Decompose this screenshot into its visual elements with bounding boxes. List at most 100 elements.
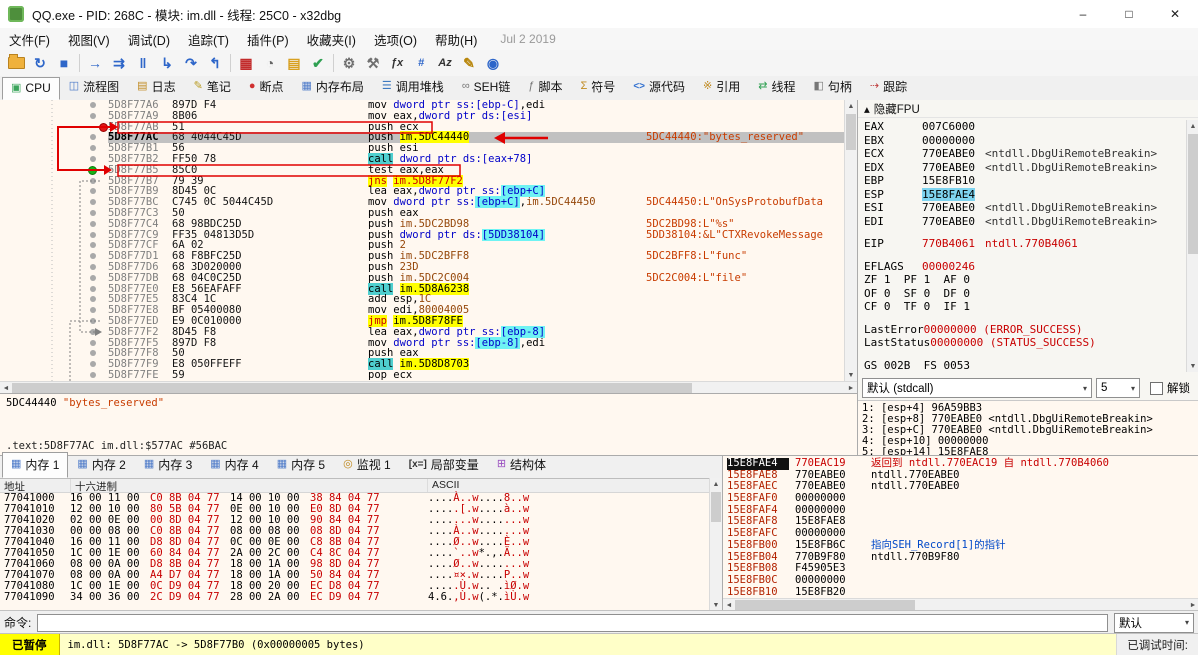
disasm-row[interactable]: 5D8F77FE 59 pop ecx [0, 370, 857, 381]
gray-breakpoint-dot[interactable] [90, 274, 96, 281]
tab-graph[interactable]: ◫ 流程图 [60, 74, 128, 100]
register-row[interactable]: EDI 770EABE0 <ntdll.DbgUiRemoteBreakin> [864, 215, 1185, 229]
register-row[interactable]: ZF 1 PF 1 AF 0 [864, 273, 1185, 287]
tab-trace[interactable]: ⇢ 跟踪 [861, 74, 916, 100]
gray-breakpoint-dot[interactable] [90, 361, 96, 368]
run-unhindered-icon[interactable]: ⇉ [107, 53, 131, 73]
command-profile-select[interactable]: 默认 ▾ [1114, 612, 1194, 633]
breakpoint-gutter[interactable] [0, 154, 108, 165]
breakpoint-gutter[interactable] [0, 305, 108, 316]
tab-watch-1[interactable]: ◎ 监视 1 [334, 452, 400, 478]
breakpoint-gutter[interactable] [0, 273, 108, 284]
gray-breakpoint-dot[interactable] [90, 155, 96, 162]
close-button[interactable]: ✕ [1152, 0, 1198, 28]
unlock-checkbox[interactable] [1150, 381, 1163, 395]
functions-fx-icon[interactable]: ƒx [385, 53, 409, 73]
breakpoint-gutter[interactable] [0, 327, 108, 338]
register-row[interactable]: LastError00000000 (ERROR_SUCCESS) [864, 323, 1185, 337]
stop-icon[interactable]: ■ [52, 53, 76, 73]
tab-memory-1[interactable]: ▦ 内存 1 [2, 452, 69, 478]
tab-threads[interactable]: ⇄ 线程 [749, 74, 804, 100]
gray-breakpoint-dot[interactable] [90, 102, 96, 108]
stack-pane[interactable]: 15E8FAE4 770EAC19 返回到 ntdll.770EAC19 自 ntd… [722, 455, 1198, 611]
register-row[interactable]: ECX 770EABE0 <ntdll.DbgUiRemoteBreakin> [864, 147, 1185, 161]
menu-item-7[interactable]: 帮助(H) [426, 28, 486, 51]
disasm-row[interactable]: 5D8F77DB 68 04C0C25D push im.5DC2C004 5DC2C… [0, 272, 857, 284]
register-row[interactable]: ESP 15E8FAE4 [864, 187, 1185, 202]
register-row[interactable]: EAX 007C6000 [864, 120, 1185, 134]
gray-breakpoint-dot[interactable] [90, 307, 96, 314]
stack-row[interactable]: 15E8FAF0 00000000 [723, 492, 1198, 505]
gray-breakpoint-dot[interactable] [90, 209, 96, 216]
green-breakpoint-dot[interactable] [88, 165, 97, 175]
tab-symbols[interactable]: Σ 符号 [571, 74, 624, 100]
disasm-row[interactable]: 5D8F77A9 8B06 mov eax,dword ptr ds:[esi] [0, 110, 857, 122]
tab-memory-map[interactable]: ▦ 内存布局 [293, 74, 373, 100]
tab-struct[interactable]: ⊞ 结构体 [488, 452, 555, 478]
scroll-down-arrow[interactable]: ▼ [845, 369, 857, 381]
register-row[interactable]: EDX 770EABE0 <ntdll.DbgUiRemoteBreakin> [864, 161, 1185, 175]
gray-breakpoint-dot[interactable] [90, 177, 96, 184]
breakpoint-gutter[interactable] [0, 370, 108, 381]
gray-breakpoint-dot[interactable] [90, 339, 96, 346]
register-row[interactable]: EFLAGS 00000246 [864, 260, 1185, 274]
register-row[interactable]: EBP 15E8FB10 [864, 174, 1185, 188]
tab-memory-2[interactable]: ▦ 内存 2 [68, 452, 134, 478]
register-row[interactable]: ESI 770EABE0 <ntdll.DbgUiRemoteBreakin> [864, 201, 1185, 215]
breakpoint-gutter[interactable] [0, 143, 108, 154]
breakpoint-gutter[interactable] [0, 316, 108, 327]
breakpoint-gutter[interactable] [0, 359, 108, 370]
run-to-return-icon[interactable]: ↰ [203, 53, 227, 73]
breakpoint-gutter[interactable] [0, 284, 108, 295]
gray-breakpoint-dot[interactable] [90, 112, 96, 119]
gray-breakpoint-dot[interactable] [90, 231, 96, 238]
registers-vscrollbar[interactable]: ▲ ▼ [1186, 120, 1198, 372]
gray-breakpoint-dot[interactable] [90, 242, 96, 249]
tab-source[interactable]: <> 源代码 [624, 74, 694, 100]
breakpoint-gutter[interactable] [0, 208, 108, 219]
settings-wrench-icon[interactable]: ⚒ [361, 53, 385, 73]
tab-notes[interactable]: ✎ 笔记 [185, 74, 240, 100]
arg-count-spinner[interactable]: 5 ▾ [1096, 378, 1140, 398]
tab-memory-5[interactable]: ▦ 内存 5 [268, 452, 334, 478]
breakpoint-gutter[interactable] [0, 294, 108, 305]
scroll-up-arrow[interactable]: ▲ [710, 478, 722, 490]
gray-breakpoint-dot[interactable] [90, 263, 96, 270]
tab-references[interactable]: ※ 引用 [694, 74, 749, 100]
disasm-row[interactable]: 5D8F77B5 85C0 test eax,eax [0, 164, 857, 176]
register-row[interactable]: EIP 770B4061 ntdll.770B4061 [864, 237, 1185, 251]
gray-breakpoint-dot[interactable] [90, 371, 96, 378]
breakpoint-gutter[interactable] [0, 230, 108, 241]
gray-breakpoint-dot[interactable] [90, 328, 96, 335]
strings-az-icon[interactable]: Az [433, 53, 457, 73]
scroll-up-arrow[interactable]: ▲ [845, 100, 857, 112]
register-row[interactable]: CF 0 TF 0 IF 1 [864, 300, 1185, 314]
tab-seh-chain[interactable]: ∞ SEH链 [453, 74, 520, 100]
stack-row[interactable]: 15E8FB00 15E8FB6C 指向SEH_Record[1]的指针 [723, 539, 1198, 552]
breakpoint-gutter[interactable] [0, 197, 108, 208]
step-into-icon[interactable]: ↳ [155, 53, 179, 73]
calling-convention-select[interactable]: 默认 (stdcall) ▾ [862, 378, 1092, 398]
disassembly-pane[interactable]: 5D8F77A6 897D F4 mov dword ptr ss:[ebp-C],… [0, 100, 857, 381]
menu-item-3[interactable]: 追踪(T) [179, 28, 238, 51]
disassembly-vscrollbar[interactable]: ▲ ▼ [844, 100, 857, 381]
memory-row[interactable]: 77041090 34 00 36 00 2C D9 04 77 28 00 2A 0… [0, 592, 722, 603]
gray-breakpoint-dot[interactable] [90, 350, 96, 357]
register-row[interactable]: OF 0 SF 0 DF 0 [864, 287, 1185, 301]
breakpoint-gutter[interactable] [0, 122, 108, 133]
gray-breakpoint-dot[interactable] [90, 199, 96, 206]
scroll-down-arrow[interactable]: ▼ [1187, 360, 1198, 372]
menu-item-0[interactable]: 文件(F) [0, 28, 59, 51]
breakpoint-gutter[interactable] [0, 100, 108, 111]
breakpoint-gutter[interactable] [0, 240, 108, 251]
menu-item-5[interactable]: 收藏夹(I) [298, 28, 365, 51]
hash-icon[interactable]: # [409, 53, 433, 73]
memory-vscrollbar[interactable]: ▲ ▼ [709, 478, 722, 611]
trace-coverage-icon[interactable]: ◔ [258, 53, 282, 73]
step-over-icon[interactable]: ↷ [179, 53, 203, 73]
patches-icon[interactable]: ✔ [306, 53, 330, 73]
breakpoint-gutter[interactable] [0, 111, 108, 122]
tab-script[interactable]: ƒ 脚本 [519, 74, 571, 100]
stack-row[interactable]: 15E8FAE4 770EAC19 返回到 ntdll.770EAC19 自 ntd… [723, 457, 1198, 470]
maximize-button[interactable]: □ [1106, 0, 1152, 28]
